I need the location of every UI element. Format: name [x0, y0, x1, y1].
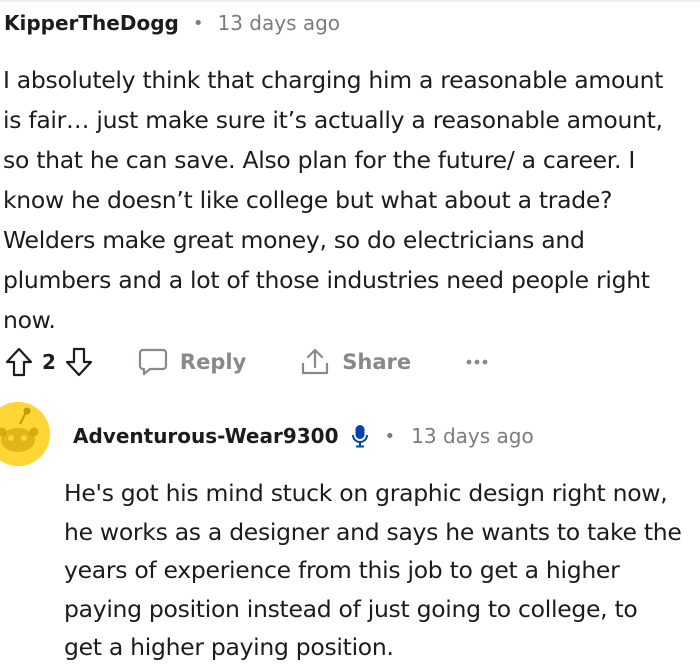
reply-comment-body: He's got his mind stuck on graphic desig…	[64, 474, 698, 667]
more-dots-icon	[466, 359, 488, 365]
comment-body-line: plumbers and a lot of those industries n…	[3, 266, 650, 294]
microphone-icon	[351, 423, 369, 449]
comment-body-line: paying position instead of just going to…	[64, 594, 638, 623]
comment-body: I absolutely think that charging him a r…	[3, 60, 695, 340]
downvote-arrow-icon[interactable]	[64, 346, 94, 378]
comment-action-bar: 2 Reply Share	[4, 342, 501, 382]
comment-timestamp[interactable]: 13 days ago	[411, 424, 534, 448]
comment-body-line: years of experience from this job to get…	[64, 556, 620, 584]
snoo-avatar-icon[interactable]	[0, 402, 50, 466]
speech-bubble-icon	[138, 348, 168, 376]
reply-comment-header: Adventurous-Wear9300 • 13 days ago	[73, 421, 534, 451]
share-upload-icon	[302, 348, 329, 375]
share-button[interactable]: Share	[300, 347, 411, 377]
reply-label: Reply	[179, 350, 247, 374]
comment-body-line: he works as a designer and says he wants…	[64, 517, 682, 546]
comment-body-line: so that he can save. Also plan for the f…	[3, 146, 635, 174]
comment-timestamp[interactable]: 13 days ago	[217, 11, 340, 35]
comment-username[interactable]: KipperTheDogg	[4, 11, 179, 35]
meta-separator: •	[192, 12, 204, 34]
comment-username[interactable]: Adventurous-Wear9300	[73, 424, 339, 448]
share-label: Share	[342, 350, 412, 374]
comment-body-line: know he doesn’t like college but what ab…	[3, 186, 613, 214]
vote-count: 2	[42, 350, 56, 374]
meta-separator: •	[384, 425, 396, 447]
more-options-button[interactable]	[465, 357, 501, 367]
comment-body-line: He's got his mind stuck on graphic desig…	[64, 479, 668, 507]
upvote-arrow-icon[interactable]	[4, 346, 34, 378]
comment-body-line: I absolutely think that charging him a r…	[3, 66, 664, 94]
comment-body-line: Welders make great money, so do electric…	[3, 226, 585, 254]
comment-body-line: now.	[3, 306, 56, 334]
top-divider	[0, 0, 700, 2]
comment-body-line: get a higher paying position.	[64, 633, 394, 661]
reply-button[interactable]: Reply	[138, 347, 246, 377]
comment-body-line: is fair… just make sure it’s actually a …	[3, 106, 663, 134]
comment-header: KipperTheDogg • 13 days ago	[4, 8, 340, 38]
